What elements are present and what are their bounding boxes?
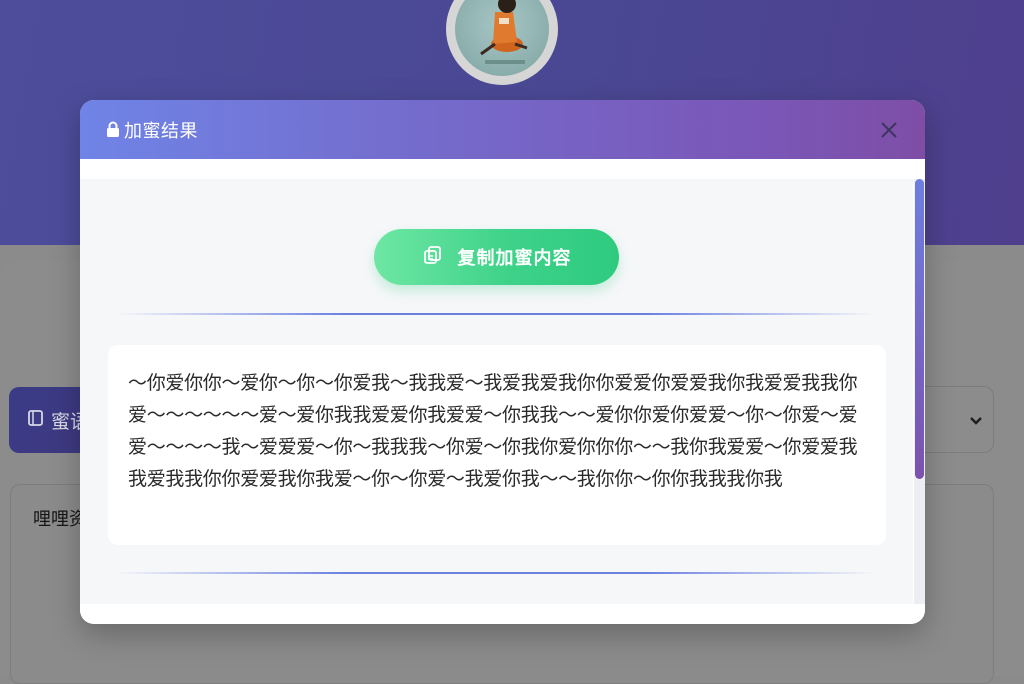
copy-icon — [422, 244, 444, 270]
lock-icon — [106, 121, 120, 138]
modal-header: 加蜜结果 — [80, 100, 925, 159]
modal-content-area: 复制加蜜内容 ～你爱你你～爱你～你～你爱我～我我爱～我爱我爱我你你爱爱你爱爱我你… — [80, 179, 913, 604]
chevron-down-icon — [969, 407, 983, 431]
avatar — [446, 0, 558, 85]
result-modal: 加蜜结果 复制加蜜内容 ～你爱你你～爱你～你～你爱我～我我爱～我爱我爱我你你爱爱… — [80, 100, 925, 624]
copy-button-label: 复制加蜜内容 — [457, 248, 572, 269]
scrollbar-thumb[interactable] — [915, 179, 924, 479]
scrollbar[interactable] — [914, 179, 925, 604]
copy-button[interactable]: 复制加蜜内容 — [374, 229, 619, 285]
input-textarea-text: 哩哩资 — [33, 509, 87, 530]
modal-title: 加蜜结果 — [124, 120, 198, 142]
result-text: ～你爱你你～爱你～你～你爱我～我我爱～我爱我爱我你你爱爱你爱爱我你我爱爱我我你爱… — [128, 372, 858, 490]
result-box: ～你爱你你～爱你～你～你爱我～我我爱～我爱我爱我你你爱爱你爱爱我你我爱爱我我你爱… — [108, 345, 886, 545]
divider-bottom — [116, 572, 876, 574]
divider-top — [116, 313, 876, 315]
close-icon[interactable] — [879, 120, 899, 140]
book-icon — [27, 409, 45, 432]
modal-body: 复制加蜜内容 ～你爱你你～爱你～你～你爱我～我我爱～我爱我爱我你你爱爱你爱爱我你… — [80, 159, 925, 624]
avatar-image — [455, 0, 549, 76]
